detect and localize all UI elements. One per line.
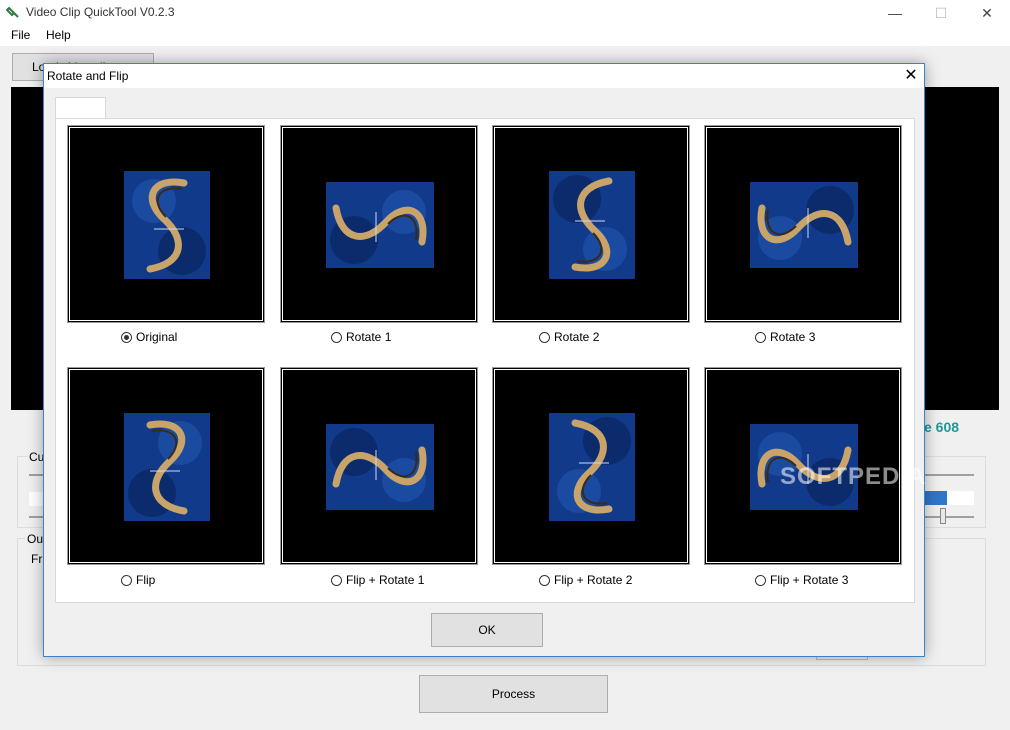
thumbnail-image [326, 424, 434, 510]
thumbnail-flip-rotate-2[interactable] [492, 367, 690, 565]
radio-original[interactable]: Original [121, 330, 177, 344]
dialog-title: Rotate and Flip [47, 69, 129, 83]
radio-button-icon[interactable] [331, 331, 342, 343]
thumbnail-image [124, 413, 210, 521]
thumbnail-image [326, 182, 434, 268]
softpedia-watermark: SOFTPEDIA [780, 463, 927, 490]
radio-flip-rotate-3[interactable]: Flip + Rotate 3 [755, 573, 848, 587]
cut-slider-track[interactable] [29, 474, 43, 476]
radio-flip[interactable]: Flip [121, 573, 155, 587]
thumbnail-image [124, 171, 210, 279]
radio-label: Flip [136, 573, 156, 587]
radio-label: Original [136, 330, 178, 344]
range-bar-fill [925, 491, 947, 505]
cut-end-slider-track-2[interactable] [925, 516, 974, 518]
radio-label: Flip + Rotate 3 [770, 573, 849, 587]
radio-button-icon[interactable] [121, 574, 132, 586]
menu-help[interactable]: Help [46, 28, 71, 42]
radio-label: Rotate 3 [770, 330, 816, 344]
thumbnail-original[interactable] [67, 125, 265, 323]
thumbnail-rotate-2[interactable] [492, 125, 690, 323]
close-button[interactable]: ✕ [964, 0, 1010, 26]
process-button[interactable]: Process [419, 675, 608, 713]
thumbnail-image [549, 413, 635, 521]
thumbnail-image [549, 171, 635, 279]
radio-flip-rotate-2[interactable]: Flip + Rotate 2 [539, 573, 632, 587]
ok-button[interactable]: OK [431, 613, 543, 647]
app-icon [6, 6, 19, 18]
radio-rotate-2[interactable]: Rotate 2 [539, 330, 599, 344]
radio-flip-rotate-1[interactable]: Flip + Rotate 1 [331, 573, 424, 587]
maximize-button[interactable]: ☐ [918, 0, 964, 26]
thumbnail-flip[interactable] [67, 367, 265, 565]
dialog-tab[interactable] [55, 97, 106, 119]
radio-label: Flip + Rotate 1 [346, 573, 425, 587]
menu-bar [0, 26, 1010, 46]
radio-label: Flip + Rotate 2 [554, 573, 633, 587]
radio-button-icon[interactable] [539, 574, 550, 586]
menu-file[interactable]: File [11, 28, 30, 42]
dialog-title-bar [44, 64, 924, 88]
cut-range-bar [29, 492, 43, 506]
thumbnail-rotate-3[interactable] [704, 125, 902, 323]
radio-button-icon[interactable] [755, 331, 766, 343]
radio-label: Rotate 1 [346, 330, 392, 344]
cut-end-slider-track[interactable] [925, 474, 974, 476]
radio-button-icon[interactable] [539, 331, 550, 343]
thumbnail-flip-rotate-1[interactable] [280, 367, 478, 565]
radio-button-icon[interactable] [755, 574, 766, 586]
slider-thumb[interactable] [940, 508, 946, 524]
app-title: Video Clip QuickTool V0.2.3 [26, 5, 175, 19]
radio-button-icon[interactable] [121, 331, 132, 343]
dialog-close-button[interactable]: ✕ [898, 64, 924, 88]
cut-slider-track-2[interactable] [29, 516, 43, 518]
minimize-button[interactable]: — [872, 0, 918, 26]
frame-count-label: e 608 [924, 419, 960, 435]
radio-button-icon[interactable] [331, 574, 342, 586]
radio-label: Rotate 2 [554, 330, 600, 344]
thumbnail-rotate-1[interactable] [280, 125, 478, 323]
radio-rotate-1[interactable]: Rotate 1 [331, 330, 391, 344]
thumbnail-image [750, 182, 858, 268]
radio-rotate-3[interactable]: Rotate 3 [755, 330, 815, 344]
